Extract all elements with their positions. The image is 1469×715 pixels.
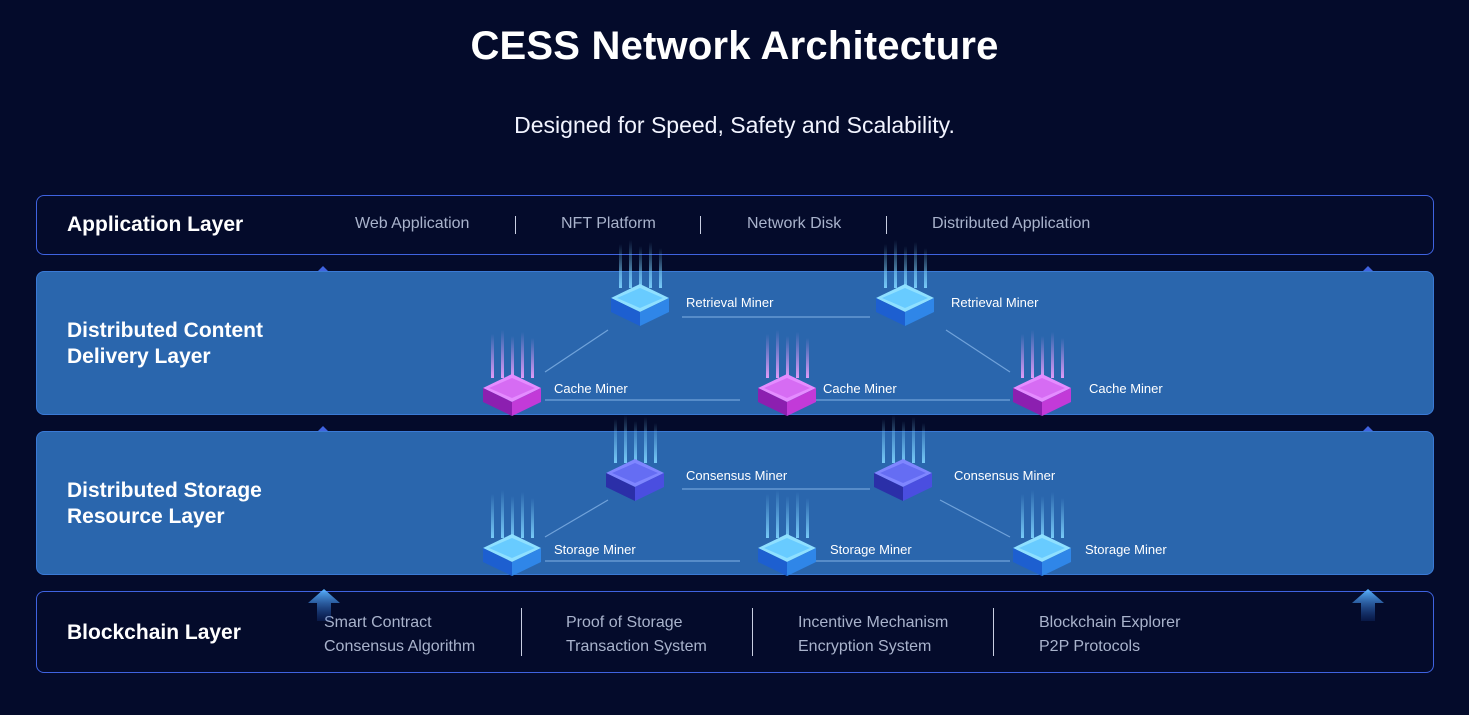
cache-miner-label: Cache Miner [823, 381, 897, 396]
server-magenta-icon [758, 330, 816, 416]
storage-miner-label: Storage Miner [830, 542, 912, 557]
storage-miner-label: Storage Miner [1085, 542, 1167, 557]
retrieval-miner-label: Retrieval Miner [686, 295, 774, 310]
consensus-miner-label: Consensus Miner [686, 468, 788, 483]
server-blue-icon [758, 490, 816, 576]
server-blue-icon [876, 240, 934, 326]
cache-miner-label: Cache Miner [554, 381, 628, 396]
server-indigo-icon [874, 415, 932, 501]
server-blue-icon [1013, 490, 1071, 576]
server-magenta-icon [483, 330, 541, 416]
consensus-miner-label: Consensus Miner [954, 468, 1056, 483]
cache-miner-label: Cache Miner [1089, 381, 1163, 396]
retrieval-miner-label: Retrieval Miner [951, 295, 1039, 310]
server-blue-icon [483, 490, 541, 576]
server-blue-icon [611, 240, 669, 326]
server-indigo-icon [606, 415, 664, 501]
storage-miner-label: Storage Miner [554, 542, 636, 557]
server-magenta-icon [1013, 330, 1071, 416]
connection-lines [544, 316, 1011, 562]
